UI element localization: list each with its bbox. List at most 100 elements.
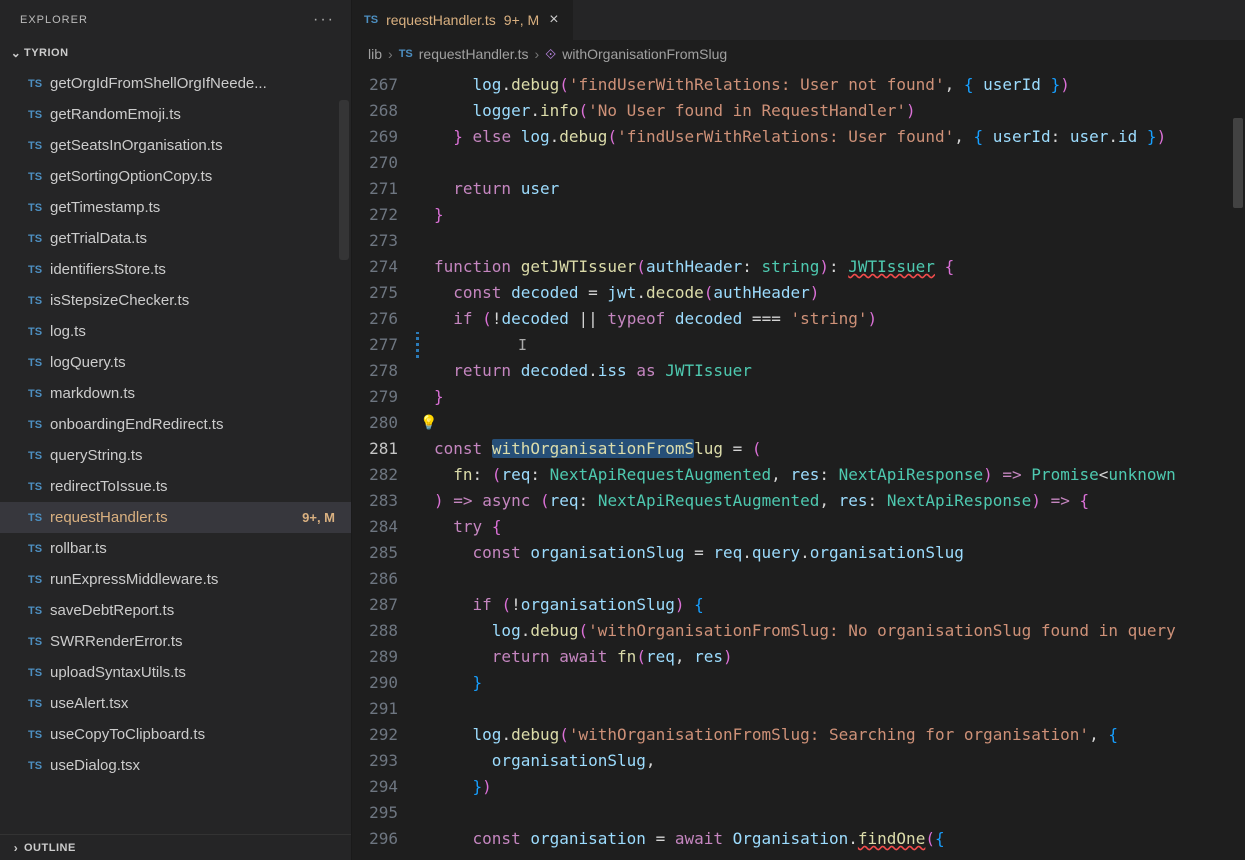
symbol-function-icon: ⟐: [545, 46, 556, 63]
sidebar-scrollbar-thumb[interactable]: [339, 100, 349, 260]
file-item[interactable]: TSuseAlert.tsx: [0, 688, 351, 719]
editor-scrollbar-thumb[interactable]: [1233, 118, 1243, 208]
ts-file-icon: TS: [28, 326, 50, 338]
ts-file-icon: TS: [28, 388, 50, 400]
file-item[interactable]: TSrollbar.ts: [0, 533, 351, 564]
file-item[interactable]: TSlog.ts: [0, 316, 351, 347]
tab-modified-badge: 9+, M: [504, 12, 539, 28]
breadcrumb: lib › TS requestHandler.ts › ⟐ withOrgan…: [352, 40, 1245, 68]
tab-label: requestHandler.ts: [386, 12, 496, 28]
file-item[interactable]: TSrunExpressMiddleware.ts: [0, 564, 351, 595]
file-item[interactable]: TSrequestHandler.ts9+, M: [0, 502, 351, 533]
file-label: rollbar.ts: [50, 540, 339, 557]
ts-file-icon: TS: [28, 357, 50, 369]
file-label: getSortingOptionCopy.ts: [50, 168, 339, 185]
project-section-header[interactable]: ⌄ TYRION: [0, 40, 351, 66]
outline-label: OUTLINE: [24, 842, 76, 854]
ts-file-icon: TS: [28, 202, 50, 214]
explorer-title: EXPLORER: [20, 14, 88, 26]
close-icon[interactable]: ×: [547, 11, 560, 29]
editor-scrollbar-track: [1231, 68, 1245, 860]
ts-file-icon: TS: [28, 233, 50, 245]
file-item[interactable]: TSgetOrgIdFromShellOrgIfNeede...: [0, 68, 351, 99]
file-label: redirectToIssue.ts: [50, 478, 339, 495]
breadcrumb-folder[interactable]: lib: [368, 46, 382, 62]
ts-file-icon: TS: [28, 171, 50, 183]
tab-requesthandler[interactable]: TS requestHandler.ts 9+, M ×: [352, 0, 574, 40]
ts-file-icon: TS: [28, 667, 50, 679]
code-editor[interactable]: 2672682692702712722732742752762772782792…: [352, 68, 1245, 860]
explorer-header: EXPLORER ···: [0, 0, 351, 40]
ts-file-icon: TS: [28, 729, 50, 741]
explorer-more-icon[interactable]: ···: [313, 11, 335, 29]
ts-file-icon: TS: [364, 14, 378, 26]
file-item[interactable]: TSSWRRenderError.ts: [0, 626, 351, 657]
lightbulb-icon[interactable]: 💡: [422, 410, 437, 436]
ts-file-icon: TS: [28, 512, 50, 524]
editor-main: TS requestHandler.ts 9+, M × lib › TS re…: [352, 0, 1245, 860]
file-item[interactable]: TSgetSeatsInOrganisation.ts: [0, 130, 351, 161]
ts-file-icon: TS: [28, 78, 50, 90]
ts-file-icon: TS: [28, 140, 50, 152]
code-content[interactable]: log.debug('findUserWithRelations: User n…: [422, 68, 1245, 860]
file-tree[interactable]: TSgetOrgIdFromShellOrgIfNeede...TSgetRan…: [0, 66, 351, 834]
file-label: getTimestamp.ts: [50, 199, 339, 216]
file-label: useAlert.tsx: [50, 695, 339, 712]
file-item[interactable]: TSgetTimestamp.ts: [0, 192, 351, 223]
file-item[interactable]: TSredirectToIssue.ts: [0, 471, 351, 502]
file-item[interactable]: TSonboardingEndRedirect.ts: [0, 409, 351, 440]
ts-file-icon: TS: [399, 48, 413, 60]
file-status-badge: 9+, M: [302, 510, 339, 525]
file-item[interactable]: TSidentifiersStore.ts: [0, 254, 351, 285]
file-label: markdown.ts: [50, 385, 339, 402]
ts-file-icon: TS: [28, 264, 50, 276]
file-item[interactable]: TSqueryString.ts: [0, 440, 351, 471]
file-label: logQuery.ts: [50, 354, 339, 371]
tab-bar: TS requestHandler.ts 9+, M ×: [352, 0, 1245, 40]
file-label: getOrgIdFromShellOrgIfNeede...: [50, 75, 339, 92]
file-label: uploadSyntaxUtils.ts: [50, 664, 339, 681]
breadcrumb-symbol[interactable]: withOrganisationFromSlug: [562, 46, 727, 62]
file-label: queryString.ts: [50, 447, 339, 464]
file-label: getTrialData.ts: [50, 230, 339, 247]
file-label: requestHandler.ts: [50, 509, 302, 526]
ts-file-icon: TS: [28, 419, 50, 431]
breadcrumb-sep: ›: [388, 46, 393, 62]
line-number-gutter: 2672682692702712722732742752762772782792…: [352, 68, 416, 860]
file-label: getRandomEmoji.ts: [50, 106, 339, 123]
file-label: isStepsizeChecker.ts: [50, 292, 339, 309]
ts-file-icon: TS: [28, 481, 50, 493]
ts-file-icon: TS: [28, 450, 50, 462]
breadcrumb-sep: ›: [534, 46, 539, 62]
file-item[interactable]: TSgetTrialData.ts: [0, 223, 351, 254]
text-cursor-icon: 𝙸: [518, 332, 527, 358]
file-item[interactable]: TSuseCopyToClipboard.ts: [0, 719, 351, 750]
file-item[interactable]: TSsaveDebtReport.ts: [0, 595, 351, 626]
ts-file-icon: TS: [28, 698, 50, 710]
file-item[interactable]: TSgetSortingOptionCopy.ts: [0, 161, 351, 192]
explorer-sidebar: EXPLORER ··· ⌄ TYRION TSgetOrgIdFromShel…: [0, 0, 352, 860]
file-label: log.ts: [50, 323, 339, 340]
ts-file-icon: TS: [28, 543, 50, 555]
file-item[interactable]: TSisStepsizeChecker.ts: [0, 285, 351, 316]
file-label: useCopyToClipboard.ts: [50, 726, 339, 743]
file-label: getSeatsInOrganisation.ts: [50, 137, 339, 154]
file-label: SWRRenderError.ts: [50, 633, 339, 650]
file-item[interactable]: TSuseDialog.tsx: [0, 750, 351, 781]
file-label: identifiersStore.ts: [50, 261, 339, 278]
file-item[interactable]: TSgetRandomEmoji.ts: [0, 99, 351, 130]
ts-file-icon: TS: [28, 109, 50, 121]
chevron-down-icon: ⌄: [8, 46, 24, 60]
outline-section-header[interactable]: › OUTLINE: [0, 834, 351, 860]
file-label: saveDebtReport.ts: [50, 602, 339, 619]
file-label: onboardingEndRedirect.ts: [50, 416, 339, 433]
chevron-right-icon: ›: [8, 841, 24, 855]
file-item[interactable]: TSlogQuery.ts: [0, 347, 351, 378]
project-name: TYRION: [24, 47, 69, 59]
file-item[interactable]: TSmarkdown.ts: [0, 378, 351, 409]
file-label: useDialog.tsx: [50, 757, 339, 774]
file-item[interactable]: TSuploadSyntaxUtils.ts: [0, 657, 351, 688]
ts-file-icon: TS: [28, 574, 50, 586]
ts-file-icon: TS: [28, 605, 50, 617]
breadcrumb-file[interactable]: requestHandler.ts: [419, 46, 529, 62]
